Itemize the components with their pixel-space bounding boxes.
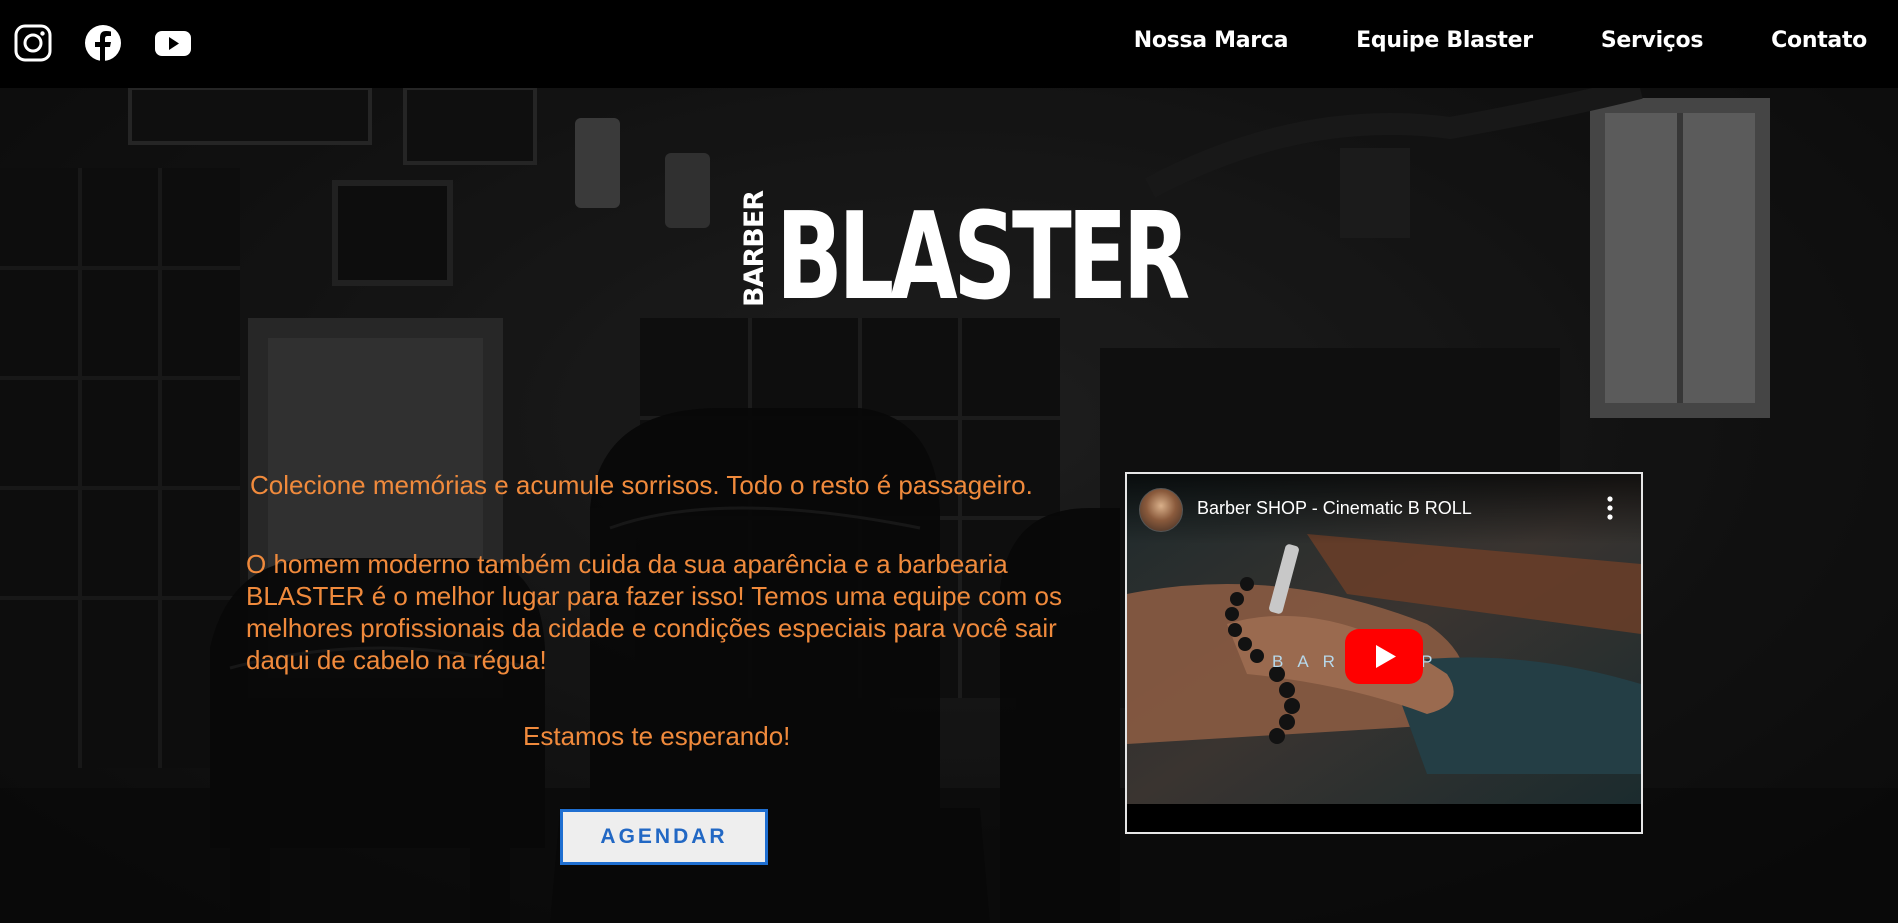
youtube-icon: [155, 31, 191, 56]
page: Nossa Marca Equipe Blaster Serviços Cont…: [0, 0, 1898, 923]
video-title[interactable]: Barber SHOP - Cinematic B ROLL: [1197, 498, 1472, 519]
nav-item-equipe-blaster[interactable]: Equipe Blaster: [1356, 28, 1533, 53]
hero-tagline: Colecione memórias e acumule sorrisos. T…: [250, 470, 1033, 500]
youtube-video-embed[interactable]: Barber SHOP - Cinematic B ROLL BAR HOP: [1125, 472, 1643, 834]
nav-item-contato[interactable]: Contato: [1771, 28, 1867, 53]
youtube-play-icon[interactable]: [1345, 629, 1423, 684]
instagram-link[interactable]: [14, 24, 52, 62]
instagram-icon: [14, 24, 52, 62]
hero-description: O homem moderno também cuida da sua apar…: [246, 549, 1063, 675]
nav-item-servicos[interactable]: Serviços: [1601, 28, 1704, 53]
logo-word-barber: BARBER: [739, 190, 770, 307]
main-nav: Nossa Marca Equipe Blaster Serviços Cont…: [1134, 28, 1868, 53]
social-links: [14, 24, 192, 62]
agendar-button[interactable]: AGENDAR: [560, 809, 768, 865]
logo-word-blaster: BLASTER: [776, 188, 1190, 327]
nav-item-nossa-marca[interactable]: Nossa Marca: [1134, 28, 1289, 53]
hero-waiting-text: Estamos te esperando!: [523, 721, 791, 751]
channel-avatar[interactable]: [1139, 488, 1183, 532]
facebook-link[interactable]: [84, 24, 122, 62]
more-vert-icon[interactable]: [1607, 496, 1613, 520]
video-title-bar: Barber SHOP - Cinematic B ROLL: [1127, 474, 1641, 544]
barber-blaster-logo: BARBER BLASTER: [739, 188, 1337, 327]
youtube-link[interactable]: [154, 24, 192, 62]
top-navigation-bar: Nossa Marca Equipe Blaster Serviços Cont…: [0, 0, 1898, 88]
facebook-icon: [85, 25, 121, 61]
